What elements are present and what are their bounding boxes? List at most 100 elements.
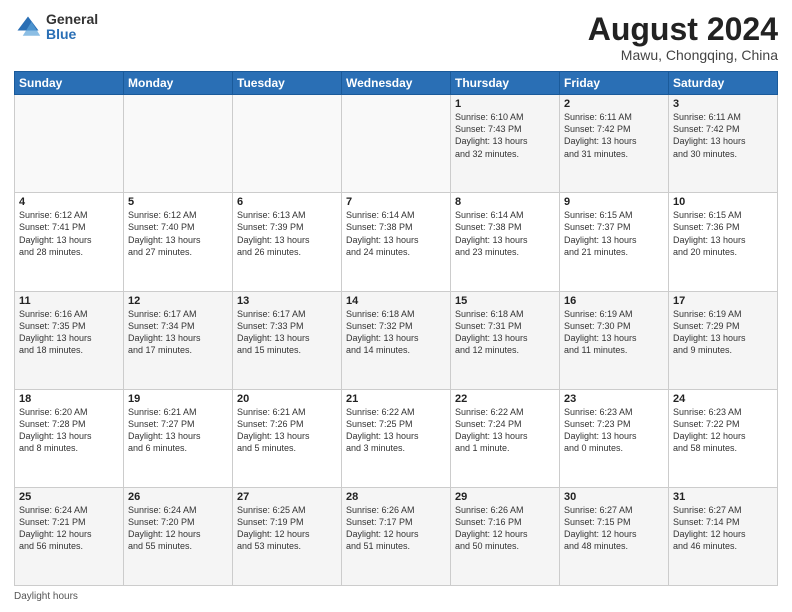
- day-cell: 9Sunrise: 6:15 AMSunset: 7:37 PMDaylight…: [560, 193, 669, 291]
- day-cell: 31Sunrise: 6:27 AMSunset: 7:14 PMDayligh…: [669, 487, 778, 585]
- day-info: Sunrise: 6:26 AMSunset: 7:17 PMDaylight:…: [346, 504, 446, 553]
- day-info: Sunrise: 6:16 AMSunset: 7:35 PMDaylight:…: [19, 308, 119, 357]
- day-cell: 29Sunrise: 6:26 AMSunset: 7:16 PMDayligh…: [451, 487, 560, 585]
- page: General Blue August 2024 Mawu, Chongqing…: [0, 0, 792, 612]
- day-info: Sunrise: 6:17 AMSunset: 7:33 PMDaylight:…: [237, 308, 337, 357]
- day-number: 11: [19, 295, 119, 307]
- day-info: Sunrise: 6:19 AMSunset: 7:30 PMDaylight:…: [564, 308, 664, 357]
- day-number: 3: [673, 98, 773, 110]
- day-number: 5: [128, 196, 228, 208]
- day-cell: [15, 95, 124, 193]
- day-info: Sunrise: 6:11 AMSunset: 7:42 PMDaylight:…: [673, 111, 773, 160]
- day-info: Sunrise: 6:24 AMSunset: 7:20 PMDaylight:…: [128, 504, 228, 553]
- day-cell: 15Sunrise: 6:18 AMSunset: 7:31 PMDayligh…: [451, 291, 560, 389]
- day-info: Sunrise: 6:27 AMSunset: 7:14 PMDaylight:…: [673, 504, 773, 553]
- day-number: 14: [346, 295, 446, 307]
- day-number: 1: [455, 98, 555, 110]
- subtitle: Mawu, Chongqing, China: [588, 47, 778, 63]
- footer-note: Daylight hours: [14, 591, 778, 602]
- calendar-table: Sunday Monday Tuesday Wednesday Thursday…: [14, 71, 778, 586]
- logo-text: General Blue: [46, 12, 98, 43]
- day-number: 12: [128, 295, 228, 307]
- day-number: 16: [564, 295, 664, 307]
- day-info: Sunrise: 6:13 AMSunset: 7:39 PMDaylight:…: [237, 209, 337, 258]
- day-number: 21: [346, 393, 446, 405]
- day-number: 25: [19, 491, 119, 503]
- day-cell: 4Sunrise: 6:12 AMSunset: 7:41 PMDaylight…: [15, 193, 124, 291]
- day-info: Sunrise: 6:26 AMSunset: 7:16 PMDaylight:…: [455, 504, 555, 553]
- col-wednesday: Wednesday: [342, 72, 451, 95]
- day-cell: 21Sunrise: 6:22 AMSunset: 7:25 PMDayligh…: [342, 389, 451, 487]
- day-info: Sunrise: 6:12 AMSunset: 7:40 PMDaylight:…: [128, 209, 228, 258]
- day-info: Sunrise: 6:17 AMSunset: 7:34 PMDaylight:…: [128, 308, 228, 357]
- day-number: 30: [564, 491, 664, 503]
- day-info: Sunrise: 6:18 AMSunset: 7:32 PMDaylight:…: [346, 308, 446, 357]
- day-info: Sunrise: 6:15 AMSunset: 7:36 PMDaylight:…: [673, 209, 773, 258]
- day-number: 31: [673, 491, 773, 503]
- day-number: 18: [19, 393, 119, 405]
- day-info: Sunrise: 6:14 AMSunset: 7:38 PMDaylight:…: [346, 209, 446, 258]
- day-number: 2: [564, 98, 664, 110]
- day-number: 22: [455, 393, 555, 405]
- logo-icon: [14, 13, 42, 41]
- day-number: 29: [455, 491, 555, 503]
- col-saturday: Saturday: [669, 72, 778, 95]
- day-cell: [124, 95, 233, 193]
- day-cell: 23Sunrise: 6:23 AMSunset: 7:23 PMDayligh…: [560, 389, 669, 487]
- day-number: 20: [237, 393, 337, 405]
- col-monday: Monday: [124, 72, 233, 95]
- week-row-2: 11Sunrise: 6:16 AMSunset: 7:35 PMDayligh…: [15, 291, 778, 389]
- day-cell: 12Sunrise: 6:17 AMSunset: 7:34 PMDayligh…: [124, 291, 233, 389]
- day-number: 26: [128, 491, 228, 503]
- day-number: 27: [237, 491, 337, 503]
- day-cell: 19Sunrise: 6:21 AMSunset: 7:27 PMDayligh…: [124, 389, 233, 487]
- day-cell: [233, 95, 342, 193]
- col-sunday: Sunday: [15, 72, 124, 95]
- day-number: 28: [346, 491, 446, 503]
- day-cell: 1Sunrise: 6:10 AMSunset: 7:43 PMDaylight…: [451, 95, 560, 193]
- day-cell: 2Sunrise: 6:11 AMSunset: 7:42 PMDaylight…: [560, 95, 669, 193]
- day-info: Sunrise: 6:12 AMSunset: 7:41 PMDaylight:…: [19, 209, 119, 258]
- day-info: Sunrise: 6:11 AMSunset: 7:42 PMDaylight:…: [564, 111, 664, 160]
- header: General Blue August 2024 Mawu, Chongqing…: [14, 12, 778, 63]
- week-row-4: 25Sunrise: 6:24 AMSunset: 7:21 PMDayligh…: [15, 487, 778, 585]
- day-info: Sunrise: 6:19 AMSunset: 7:29 PMDaylight:…: [673, 308, 773, 357]
- day-number: 10: [673, 196, 773, 208]
- logo-general: General: [46, 12, 98, 27]
- day-cell: 8Sunrise: 6:14 AMSunset: 7:38 PMDaylight…: [451, 193, 560, 291]
- day-cell: 30Sunrise: 6:27 AMSunset: 7:15 PMDayligh…: [560, 487, 669, 585]
- day-info: Sunrise: 6:15 AMSunset: 7:37 PMDaylight:…: [564, 209, 664, 258]
- day-cell: [342, 95, 451, 193]
- day-number: 13: [237, 295, 337, 307]
- col-tuesday: Tuesday: [233, 72, 342, 95]
- day-number: 17: [673, 295, 773, 307]
- day-info: Sunrise: 6:21 AMSunset: 7:27 PMDaylight:…: [128, 406, 228, 455]
- day-info: Sunrise: 6:27 AMSunset: 7:15 PMDaylight:…: [564, 504, 664, 553]
- day-cell: 17Sunrise: 6:19 AMSunset: 7:29 PMDayligh…: [669, 291, 778, 389]
- day-number: 24: [673, 393, 773, 405]
- day-number: 23: [564, 393, 664, 405]
- day-cell: 16Sunrise: 6:19 AMSunset: 7:30 PMDayligh…: [560, 291, 669, 389]
- day-cell: 3Sunrise: 6:11 AMSunset: 7:42 PMDaylight…: [669, 95, 778, 193]
- day-info: Sunrise: 6:20 AMSunset: 7:28 PMDaylight:…: [19, 406, 119, 455]
- day-info: Sunrise: 6:21 AMSunset: 7:26 PMDaylight:…: [237, 406, 337, 455]
- day-cell: 25Sunrise: 6:24 AMSunset: 7:21 PMDayligh…: [15, 487, 124, 585]
- day-info: Sunrise: 6:23 AMSunset: 7:22 PMDaylight:…: [673, 406, 773, 455]
- week-row-0: 1Sunrise: 6:10 AMSunset: 7:43 PMDaylight…: [15, 95, 778, 193]
- day-number: 4: [19, 196, 119, 208]
- day-cell: 18Sunrise: 6:20 AMSunset: 7:28 PMDayligh…: [15, 389, 124, 487]
- day-number: 6: [237, 196, 337, 208]
- col-friday: Friday: [560, 72, 669, 95]
- day-info: Sunrise: 6:24 AMSunset: 7:21 PMDaylight:…: [19, 504, 119, 553]
- day-number: 8: [455, 196, 555, 208]
- logo-blue: Blue: [46, 27, 98, 42]
- daylight-label: Daylight hours: [14, 591, 78, 602]
- day-number: 9: [564, 196, 664, 208]
- day-info: Sunrise: 6:25 AMSunset: 7:19 PMDaylight:…: [237, 504, 337, 553]
- day-cell: 5Sunrise: 6:12 AMSunset: 7:40 PMDaylight…: [124, 193, 233, 291]
- day-cell: 7Sunrise: 6:14 AMSunset: 7:38 PMDaylight…: [342, 193, 451, 291]
- title-block: August 2024 Mawu, Chongqing, China: [588, 12, 778, 63]
- day-number: 7: [346, 196, 446, 208]
- logo: General Blue: [14, 12, 98, 43]
- day-cell: 13Sunrise: 6:17 AMSunset: 7:33 PMDayligh…: [233, 291, 342, 389]
